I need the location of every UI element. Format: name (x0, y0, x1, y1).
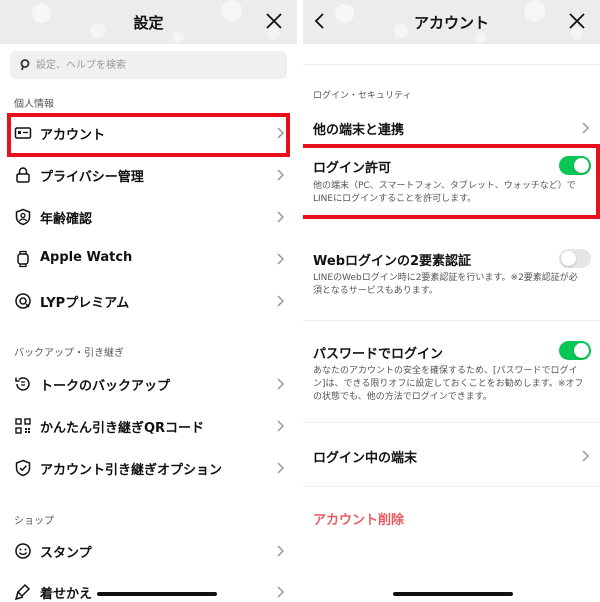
menu-item-label: 着せかえ (40, 587, 93, 602)
divider (303, 486, 600, 487)
password-login-title: パスワードでログイン (313, 347, 444, 362)
account-header: アカウント (303, 0, 600, 44)
lock-icon (16, 167, 30, 183)
smiley-icon (15, 543, 31, 559)
divider (303, 422, 600, 423)
menu-item-label: アカウント引き継ぎオプション (40, 463, 223, 478)
toggle-knob (561, 251, 576, 266)
backup-icon (15, 377, 30, 391)
brush-icon (14, 583, 31, 601)
divider (303, 64, 600, 65)
menu-item-talk-backup[interactable]: トークのバックアップ (0, 364, 297, 404)
menu-item-qr-transfer[interactable]: かんたん引き継ぎQRコード (0, 406, 297, 446)
chevron-right-icon (582, 450, 590, 462)
home-indicator (97, 592, 217, 596)
settings-title: 設定 (133, 14, 164, 32)
section-login-security: ログイン・セキュリティ (313, 91, 412, 101)
highlight-box (303, 144, 600, 219)
divider (303, 320, 600, 321)
menu-item-stamp[interactable]: スタンプ (0, 531, 297, 571)
chevron-right-icon (277, 420, 285, 432)
search-input[interactable] (36, 51, 276, 79)
chevron-right-icon (277, 462, 285, 474)
chevron-right-icon (277, 253, 285, 265)
search-icon (20, 59, 30, 71)
section-shop: ショップ (14, 516, 54, 527)
menu-item-lyp[interactable]: LYPプレミアム (0, 281, 297, 321)
shield-person-icon (15, 208, 31, 226)
close-icon[interactable] (566, 10, 588, 32)
chevron-right-icon (277, 169, 285, 181)
menu-item-label: かんたん引き継ぎQRコード (40, 421, 205, 436)
logged-in-devices-label: ログイン中の端末 (313, 451, 418, 466)
password-login-toggle[interactable] (559, 341, 591, 360)
chevron-right-icon (582, 122, 590, 134)
menu-item-privacy[interactable]: プライバシー管理 (0, 155, 297, 195)
highlight-box (7, 113, 290, 157)
settings-panel: 設定 個人情報 アカウント プライバシー管理 (0, 0, 297, 602)
menu-item-label: LYPプレミアム (40, 296, 130, 311)
menu-item-label: トークのバックアップ (40, 379, 171, 394)
menu-item-theme[interactable]: 着せかえ (0, 572, 297, 602)
watch-icon (17, 250, 29, 268)
web-2fa-desc: LINEのWebログイン時に2要素認証を行います。※2要素認証が必須となるサービ… (313, 273, 578, 296)
section-backup: バックアップ・引き継ぎ (14, 348, 124, 359)
menu-item-transfer-option[interactable]: アカウント引き継ぎオプション (0, 448, 297, 488)
password-login-desc: あなたのアカウントの安全を確保するため、[パスワードでログイン]は、できる限りオ… (313, 366, 584, 402)
account-title: アカウント (413, 14, 489, 32)
search-bar[interactable] (10, 51, 287, 79)
chevron-right-icon (277, 586, 285, 598)
chevron-right-icon (277, 295, 285, 307)
toggle-knob (574, 343, 589, 358)
menu-item-label: 年齢確認 (40, 212, 93, 227)
delete-account-button[interactable]: アカウント削除 (313, 509, 404, 528)
menu-item-label: プライバシー管理 (40, 170, 144, 185)
menu-item-age[interactable]: 年齢確認 (0, 197, 297, 237)
menu-item-label: Apple Watch (40, 250, 133, 265)
chevron-right-icon (277, 378, 285, 390)
shield-check-icon (15, 459, 31, 477)
menu-item-apple-watch[interactable]: Apple Watch (0, 239, 297, 279)
web-2fa-toggle[interactable] (559, 249, 591, 268)
settings-header: 設定 (0, 0, 297, 44)
menu-item-label: スタンプ (40, 546, 92, 561)
chevron-right-icon (277, 211, 285, 223)
home-indicator (393, 592, 513, 596)
close-icon[interactable] (263, 10, 285, 32)
chevron-right-icon (277, 545, 285, 557)
qr-code-icon (15, 418, 31, 434)
section-personal: 個人情報 (14, 99, 54, 110)
web-2fa-title: Webログインの2要素認証 (313, 254, 472, 269)
link-devices-label: 他の端末と連携 (313, 123, 405, 138)
account-panel: アカウント ログイン・セキュリティ 他の端末と連携 ログイン許可 他の端末（PC… (303, 0, 600, 602)
premium-icon (15, 293, 31, 309)
